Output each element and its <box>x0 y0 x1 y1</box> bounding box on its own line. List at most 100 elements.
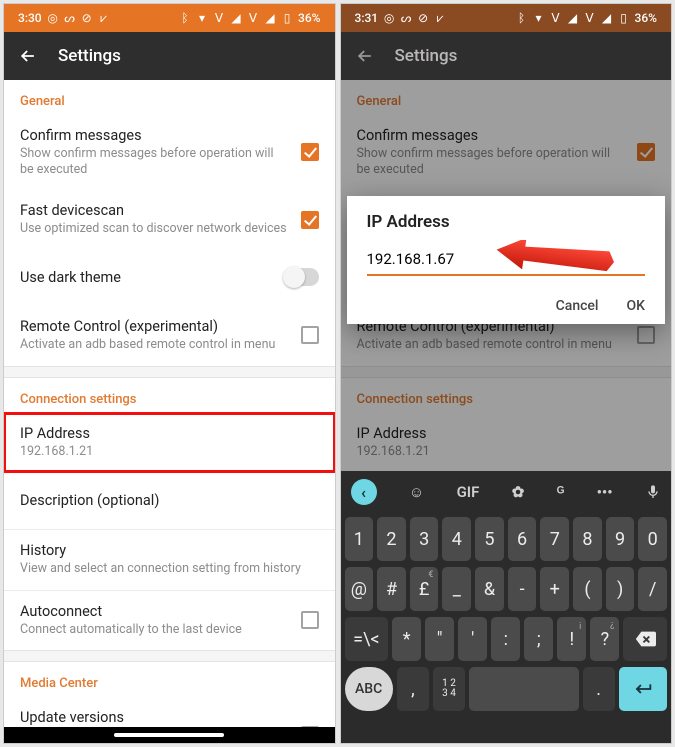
key-;[interactable]: ; <box>524 617 553 661</box>
key-1[interactable]: 1 <box>345 517 374 561</box>
key-£[interactable]: £€ <box>410 567 439 611</box>
key-)[interactable]: ) <box>606 567 635 611</box>
signal-icon-2: ◢ <box>601 12 613 24</box>
status-sync-icon: ᔕ <box>400 12 412 24</box>
battery-icon: ▯ <box>281 12 293 24</box>
gear-icon[interactable]: ✿ <box>512 483 525 501</box>
ok-button[interactable]: OK <box>627 298 646 314</box>
bluetooth-icon: ᛒ <box>179 12 191 24</box>
key-enter[interactable] <box>619 667 667 711</box>
gif-button[interactable]: GIF <box>457 483 480 501</box>
key-7[interactable]: 7 <box>540 517 569 561</box>
key-([interactable]: ( <box>573 567 602 611</box>
signal-icon-1: ◢ <box>230 12 242 24</box>
key-&[interactable]: & <box>475 567 504 611</box>
status-check-icon: ⩗ <box>98 12 110 24</box>
wifi-icon: ▾ <box>533 12 545 24</box>
kb-row-2: @#£€_&-+()/ <box>345 567 668 611</box>
key-9[interactable]: 9 <box>606 517 635 561</box>
soft-keyboard: ‹ ☺ GIF ✿ ᴳ ••• 1234567890 @#£€_&-+()/ =… <box>341 471 672 743</box>
app-bar: Settings <box>4 32 335 80</box>
status-sync-icon: ᔕ <box>64 12 76 24</box>
remote-sub: Activate an adb based remote control in … <box>20 337 289 353</box>
page-title: Settings <box>395 46 458 66</box>
key-_[interactable]: _ <box>442 567 471 611</box>
update-checkbox[interactable] <box>301 726 319 728</box>
key-5[interactable]: 5 <box>475 517 504 561</box>
screenshot-left: 3:30 ◎ ᔕ ⊘ ⩗ ᛒ ▾ ᐯ ◢ ᐯ ◢ ▯ 36% Settings … <box>3 3 336 744</box>
history-title: History <box>20 542 319 559</box>
fastscan-sub: Use optimized scan to discover network d… <box>20 221 289 237</box>
battery-pct: 36% <box>635 11 657 25</box>
section-general: General <box>341 80 672 115</box>
key--[interactable]: - <box>508 567 537 611</box>
more-icon[interactable]: ••• <box>597 483 613 501</box>
row-fast-devicescan[interactable]: Fast devicescan Use optimized scan to di… <box>4 190 335 250</box>
dark-switch[interactable] <box>285 268 319 286</box>
key-@[interactable]: @ <box>345 567 374 611</box>
kb-expand-icon[interactable]: ‹ <box>351 479 377 505</box>
fastscan-checkbox[interactable] <box>301 211 319 229</box>
autoconnect-checkbox[interactable] <box>301 611 319 629</box>
row-history[interactable]: History View and select an connection se… <box>4 530 335 590</box>
key-?[interactable]: ?¿ <box>590 617 619 661</box>
row-confirm-messages[interactable]: Confirm messages Show confirm messages b… <box>4 115 335 190</box>
ip-value: 192.168.1.21 <box>20 444 319 460</box>
key-backspace[interactable] <box>623 617 667 661</box>
key-comma[interactable]: , <box>397 667 429 711</box>
volte-icon-2: ᐯ <box>584 12 596 24</box>
status-time: 3:31 <box>355 11 379 25</box>
volte-icon-1: ᐯ <box>213 12 225 24</box>
key-space[interactable] <box>469 667 578 711</box>
fastscan-title: Fast devicescan <box>20 202 289 219</box>
key-6[interactable]: 6 <box>508 517 537 561</box>
key-4[interactable]: 4 <box>442 517 471 561</box>
row-description[interactable]: Description (optional) <box>4 473 335 529</box>
row-dark-theme[interactable]: Use dark theme <box>4 250 335 306</box>
back-icon[interactable] <box>355 46 375 66</box>
nav-bar <box>4 727 335 743</box>
key-"[interactable]: " <box>425 617 454 661</box>
key-dot[interactable]: . <box>583 667 615 711</box>
remote-checkbox[interactable] <box>301 326 319 344</box>
translate-icon[interactable]: ᴳ <box>557 483 565 501</box>
key-num-layout[interactable]: 1 23 4 <box>433 667 465 711</box>
status-app-icon: ◎ <box>47 12 59 24</box>
confirm-checkbox[interactable] <box>301 143 319 161</box>
settings-content: General Confirm messages Show confirm me… <box>4 80 335 727</box>
page-title: Settings <box>58 46 121 66</box>
battery-pct: 36% <box>298 11 320 25</box>
dark-title: Use dark theme <box>20 269 273 286</box>
cancel-button[interactable]: Cancel <box>556 298 599 314</box>
key-3[interactable]: 3 <box>410 517 439 561</box>
autoconnect-sub: Connect automatically to the last device <box>20 622 289 638</box>
row-autoconnect[interactable]: Autoconnect Connect automatically to the… <box>4 591 335 651</box>
key-+[interactable]: + <box>540 567 569 611</box>
sticker-icon[interactable]: ☺ <box>409 483 424 501</box>
key-symbols[interactable]: =\< <box>345 617 389 661</box>
key-*[interactable]: * <box>392 617 421 661</box>
back-icon[interactable] <box>18 46 38 66</box>
section-connection: Connection settings <box>4 378 335 413</box>
key-#[interactable]: # <box>377 567 406 611</box>
kb-row-3: =\< *"':;!¡?¿ <box>345 617 668 661</box>
status-bar: 3:31 ◎ ᔕ ⊘ ⩗ ᛒ ▾ ᐯ ◢ ᐯ ◢ ▯ 36% <box>341 4 672 32</box>
signal-icon-1: ◢ <box>567 12 579 24</box>
key-![interactable]: !¡ <box>557 617 586 661</box>
desc-title: Description (optional) <box>20 492 319 509</box>
key-0[interactable]: 0 <box>638 517 667 561</box>
key-8[interactable]: 8 <box>573 517 602 561</box>
row-update-versions[interactable]: Update versions Autoreload the list of a… <box>4 697 335 727</box>
row-ip-address[interactable]: IP Address 192.168.1.21 <box>4 413 335 473</box>
section-media: Media Center <box>4 662 335 697</box>
keyboard-toolbar: ‹ ☺ GIF ✿ ᴳ ••• <box>341 471 672 513</box>
remote-title: Remote Control (experimental) <box>20 318 289 335</box>
key-2[interactable]: 2 <box>377 517 406 561</box>
key-/[interactable]: / <box>638 567 667 611</box>
mic-icon[interactable] <box>645 484 661 500</box>
key-'[interactable]: ' <box>458 617 487 661</box>
volte-icon-2: ᐯ <box>247 12 259 24</box>
key-abc[interactable]: ABC <box>345 667 393 711</box>
row-remote-control[interactable]: Remote Control (experimental) Activate a… <box>4 306 335 366</box>
key-:[interactable]: : <box>491 617 520 661</box>
